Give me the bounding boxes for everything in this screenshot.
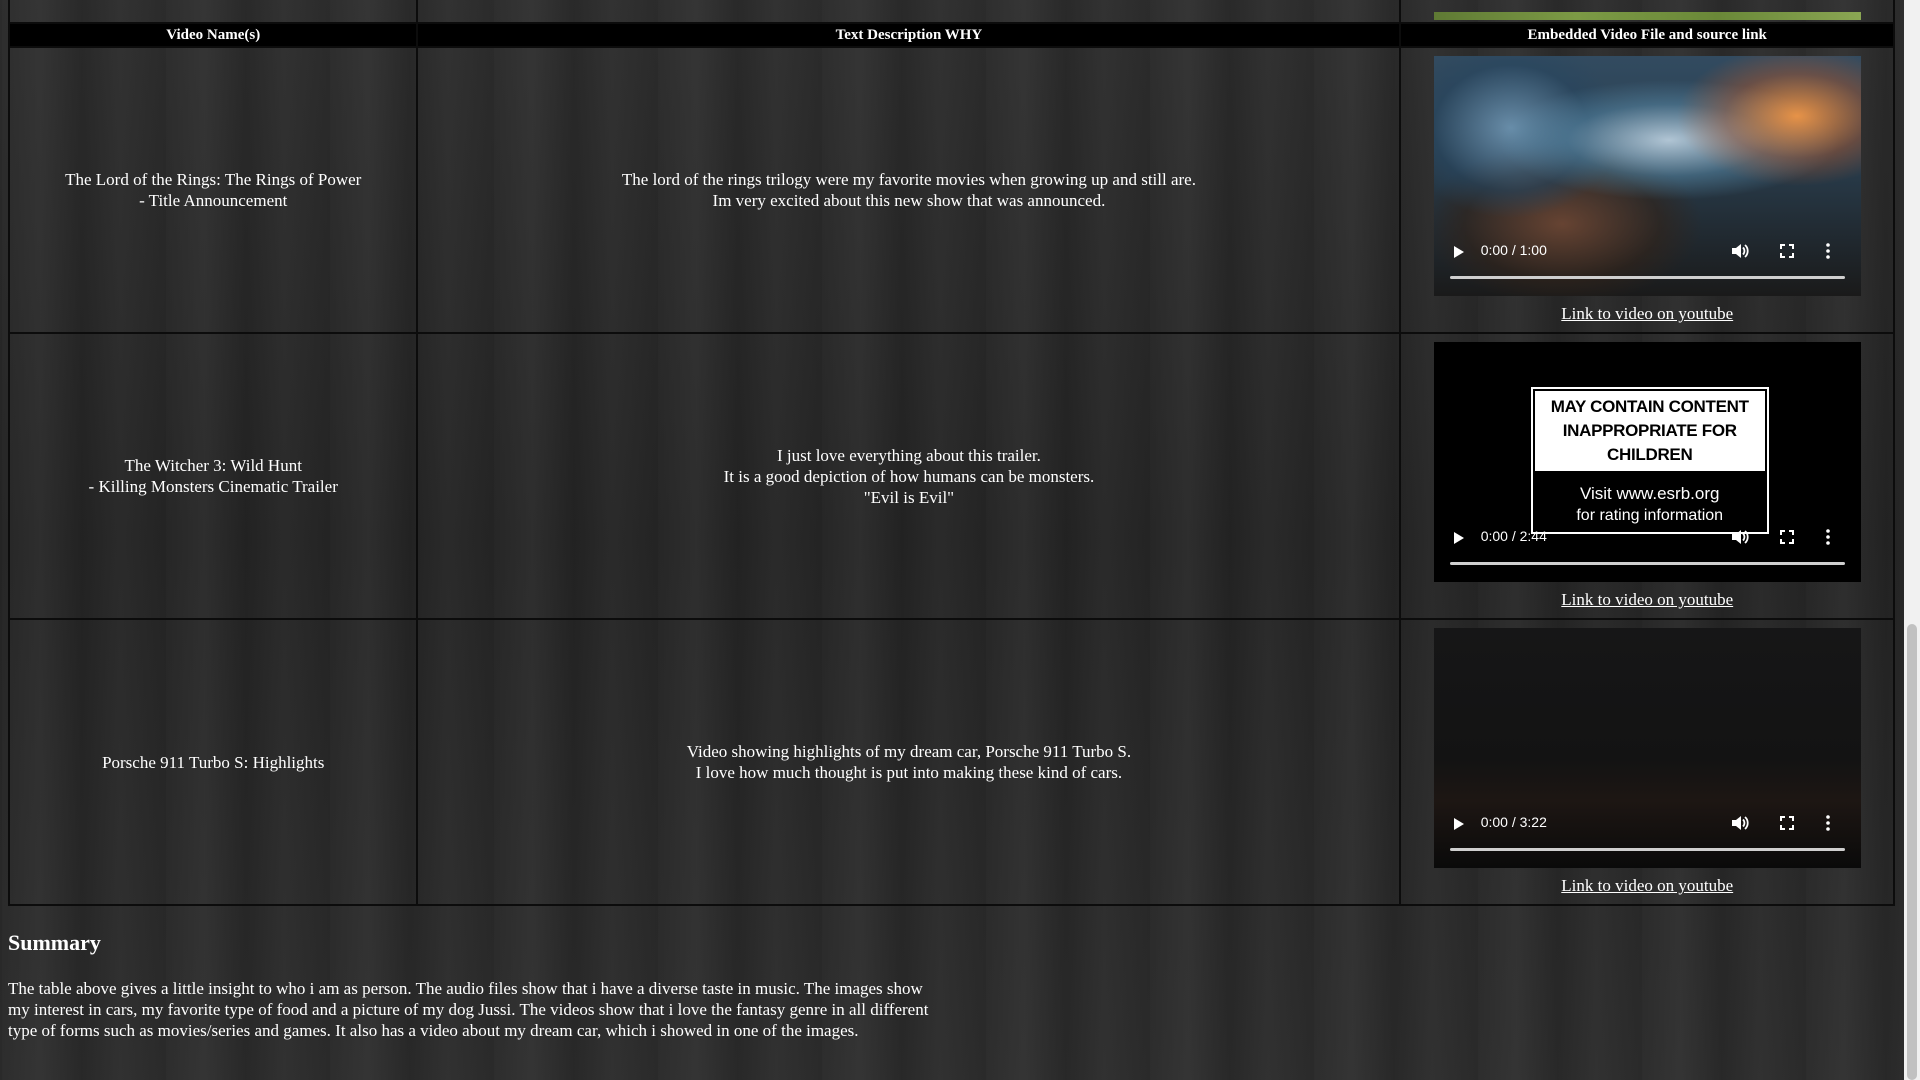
video-description: Video showing highlights of my dream car… [686,742,1132,782]
youtube-link[interactable]: Link to video on youtube [1401,304,1893,324]
description-cell: Video showing highlights of my dream car… [416,618,1402,906]
video-name: The Lord of the Rings: The Rings of Powe… [65,170,362,210]
video-description: The lord of the rings trilogy were my fa… [621,170,1196,210]
video-name-cell: The Witcher 3: Wild Hunt - Killing Monst… [7,332,419,620]
page: Video Name(s) Text Description WHY Embed… [0,0,1895,1080]
video-progress-bar[interactable] [1449,562,1845,565]
video-name-cell: The Lord of the Rings: The Rings of Powe… [7,46,419,334]
video-name-cell: Porsche 911 Turbo S: Highlights [7,618,419,906]
vertical-scrollbar[interactable] [1904,0,1920,1080]
table-row: Porsche 911 Turbo S: Highlights Video sh… [7,618,1895,906]
table-header-row: Video Name(s) Text Description WHY Embed… [7,22,1895,48]
video-description: I just love everything about this traile… [723,445,1095,507]
video-cell: 0:00 / 1:00 Link to video on youtube [1399,46,1895,334]
video-cell: 0:00 / 3:22 Link to video on youtube [1399,618,1895,906]
header-text-description: Text Description WHY [416,22,1402,48]
fullscreen-icon[interactable] [1779,816,1794,830]
esrb-line-3: Visit www.esrb.org [1579,484,1720,503]
volume-icon[interactable] [1731,815,1749,831]
previous-row-remnant [7,0,1895,24]
previous-name-cell [7,0,419,24]
previous-description-cell [416,0,1402,24]
more-options-icon[interactable] [1825,243,1830,259]
video-controls: 0:00 / 1:00 [1434,226,1861,296]
youtube-link[interactable]: Link to video on youtube [1401,876,1893,896]
video-progress-bar[interactable] [1449,276,1845,279]
volume-icon[interactable] [1731,529,1749,545]
table-row: The Lord of the Rings: The Rings of Powe… [7,46,1895,334]
table-row: The Witcher 3: Wild Hunt - Killing Monst… [7,332,1895,620]
play-icon[interactable] [1453,246,1464,258]
summary-text: The table above gives a little insight t… [8,979,929,1040]
video-controls: 0:00 / 3:22 [1434,798,1861,868]
description-cell: The lord of the rings trilogy were my fa… [416,46,1402,334]
fullscreen-icon[interactable] [1779,530,1794,544]
header-video-names: Video Name(s) [7,22,419,48]
more-options-icon[interactable] [1825,529,1830,545]
esrb-line-1: MAY CONTAIN CONTENT [1550,397,1749,416]
video-player[interactable]: 0:00 / 3:22 [1433,628,1861,868]
summary-heading: Summary [8,930,101,955]
video-progress-bar[interactable] [1449,848,1845,851]
scrollbar-thumb[interactable] [1907,624,1917,1080]
play-icon[interactable] [1453,818,1464,830]
video-player[interactable]: MAY CONTAIN CONTENT INAPPROPRIATE FOR CH… [1433,342,1861,582]
play-icon[interactable] [1453,532,1464,544]
previous-media-cell [1399,0,1895,24]
esrb-line-2: INAPPROPRIATE FOR CHILDREN [1562,421,1737,464]
video-time: 0:00 / 2:44 [1480,528,1547,544]
video-time: 0:00 / 1:00 [1480,242,1547,258]
video-controls: 0:00 / 2:44 [1434,512,1861,582]
esrb-warning: MAY CONTAIN CONTENT INAPPROPRIATE FOR CH… [1534,391,1765,471]
video-player[interactable]: 0:00 / 1:00 [1433,56,1861,296]
video-name: The Witcher 3: Wild Hunt - Killing Monst… [88,456,338,496]
description-cell: I just love everything about this traile… [416,332,1402,620]
header-embedded-video: Embedded Video File and source link [1399,22,1895,48]
previous-image-thumbnail [1433,12,1861,20]
volume-icon[interactable] [1731,243,1749,259]
youtube-link[interactable]: Link to video on youtube [1401,590,1893,610]
video-time: 0:00 / 3:22 [1480,814,1547,830]
video-cell: MAY CONTAIN CONTENT INAPPROPRIATE FOR CH… [1399,332,1895,620]
fullscreen-icon[interactable] [1779,244,1794,258]
more-options-icon[interactable] [1825,815,1830,831]
video-name: Porsche 911 Turbo S: Highlights [102,752,325,772]
media-table: Video Name(s) Text Description WHY Embed… [7,0,1895,906]
